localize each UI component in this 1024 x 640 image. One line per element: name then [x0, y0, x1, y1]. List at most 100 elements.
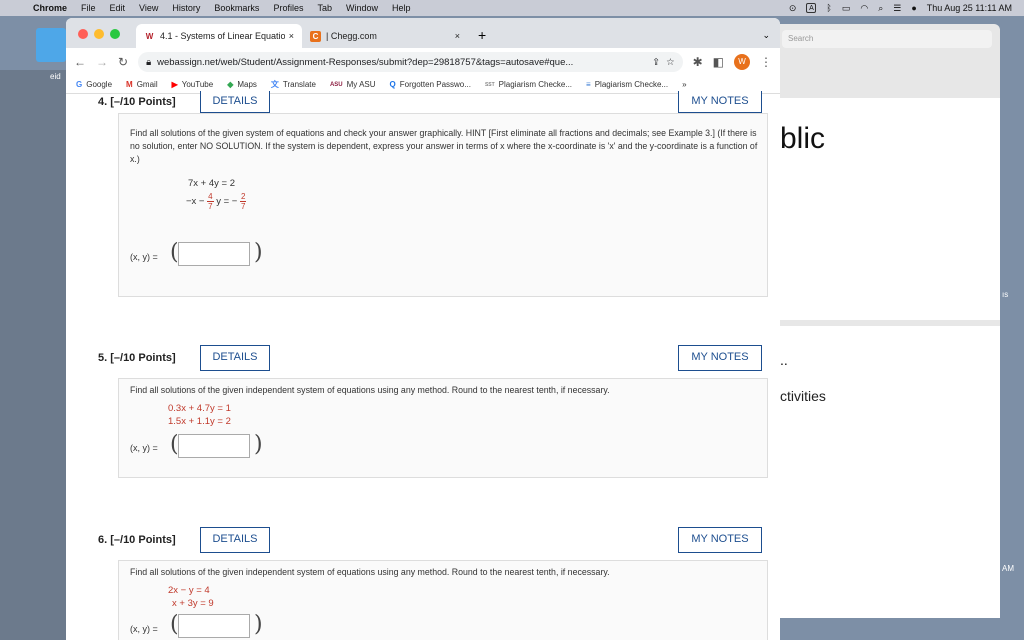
question-4-answer-input[interactable]: [178, 242, 250, 266]
fraction-denominator: 7: [241, 202, 246, 211]
question-5-number: 5. [–/10 Points]: [98, 352, 176, 364]
background-text-dots: ..: [780, 352, 788, 368]
fraction-numerator: 4: [207, 192, 214, 202]
tab-title: | Chegg.com: [326, 31, 377, 41]
maps-pin-icon: ◆: [227, 80, 234, 89]
question-4-equation-1: 7x + 4y = 2: [188, 178, 236, 189]
menu-bookmarks[interactable]: Bookmarks: [207, 3, 266, 13]
share-icon[interactable]: ⇪: [652, 57, 660, 68]
bookmark-label: Plagiarism Checke...: [594, 80, 669, 89]
minimize-window-button[interactable]: [94, 29, 104, 39]
battery-icon[interactable]: ▭: [842, 3, 851, 14]
bookmarks-overflow-button[interactable]: »: [682, 80, 686, 89]
close-tab-icon[interactable]: ×: [455, 31, 460, 41]
question-5-header: 5. [–/10 Points]: [98, 352, 176, 364]
bookmark-plagiarism-checker-2[interactable]: ≡ Plagiarism Checke...: [586, 80, 668, 89]
bookmark-youtube[interactable]: ▶ YouTube: [172, 80, 214, 89]
fraction-2-7: 27: [240, 192, 247, 211]
reload-icon[interactable]: ↻: [118, 55, 128, 69]
input-source-icon[interactable]: A: [806, 3, 817, 13]
address-bar[interactable]: 🔒︎ webassign.net/web/Student/Assignment-…: [138, 52, 683, 72]
siri-icon[interactable]: ●: [911, 3, 916, 13]
menu-history[interactable]: History: [165, 3, 207, 13]
tab-strip: W 4.1 - Systems of Linear Equatio × C | …: [66, 18, 780, 48]
background-text-activities: ctivities: [780, 388, 826, 404]
menubar-datetime[interactable]: Thu Aug 25 11:11 AM: [927, 3, 1012, 13]
close-paren: ): [254, 612, 263, 637]
close-tab-icon[interactable]: ×: [289, 31, 294, 41]
bluetooth-icon[interactable]: ᛒ: [826, 3, 831, 13]
question-4-prompt: Find all solutions of the given system o…: [130, 128, 758, 164]
spotlight-icon[interactable]: ⌕: [878, 3, 883, 14]
menu-profiles[interactable]: Profiles: [266, 3, 310, 13]
record-icon[interactable]: ⊙: [789, 3, 797, 14]
bookmark-label: Google: [86, 80, 113, 89]
question-5-my-notes-button[interactable]: MY NOTES: [678, 345, 762, 371]
tab-search-chevron-icon[interactable]: ⌄: [762, 30, 770, 41]
question-5-answer-label: (x, y) =: [130, 443, 158, 453]
chrome-window: W 4.1 - Systems of Linear Equatio × C | …: [66, 18, 780, 640]
bookmark-gmail[interactable]: M Gmail: [126, 80, 158, 89]
kebab-menu-icon[interactable]: ⋮: [760, 55, 772, 69]
sst-icon: SST: [484, 81, 495, 88]
back-arrow-icon[interactable]: ←: [74, 55, 86, 69]
menu-help[interactable]: Help: [385, 3, 418, 13]
tab-chegg[interactable]: C | Chegg.com ×: [302, 24, 468, 48]
browser-toolbar: ← → ↻ 🔒︎ webassign.net/web/Student/Assig…: [66, 48, 780, 76]
question-5-answer-input[interactable]: [178, 434, 250, 458]
question-5-details-button[interactable]: DETAILS: [200, 345, 270, 371]
menu-window[interactable]: Window: [339, 3, 385, 13]
search-q-icon: Q: [389, 80, 396, 89]
profile-avatar[interactable]: W: [734, 54, 750, 70]
desktop-dark-area: [0, 70, 66, 640]
url-text[interactable]: webassign.net/web/Student/Assignment-Res…: [157, 57, 646, 68]
question-6-answer-label: (x, y) =: [130, 624, 158, 634]
zoom-window-button[interactable]: [110, 29, 120, 39]
menu-file[interactable]: File: [74, 3, 103, 13]
menu-edit[interactable]: Edit: [103, 3, 133, 13]
youtube-icon: ▶: [171, 80, 178, 89]
menu-view[interactable]: View: [132, 3, 165, 13]
menubar-status-area: ⊙ A ᛒ ▭ ◠ ⌕ ☰ ● Thu Aug 25 11:11 AM: [789, 3, 1024, 14]
bookmark-label: Gmail: [136, 80, 158, 89]
question-6-details-button[interactable]: DETAILS: [200, 527, 270, 553]
bookmark-google[interactable]: G Google: [76, 80, 112, 89]
control-center-icon[interactable]: ☰: [893, 3, 901, 14]
bookmark-star-icon[interactable]: ☆: [666, 57, 675, 68]
bookmark-my-asu[interactable]: ASU My ASU: [330, 80, 376, 89]
bookmark-forgotten-password[interactable]: Q Forgotten Passwo...: [390, 80, 471, 89]
bookmark-maps[interactable]: ◆ Maps: [227, 80, 257, 89]
background-search-field[interactable]: Search: [782, 30, 992, 48]
question-6-prompt: Find all solutions of the given independ…: [130, 567, 610, 577]
bookmarks-bar: G Google M Gmail ▶ YouTube ◆ Maps 文 Translate…: [66, 76, 780, 94]
menu-tab[interactable]: Tab: [310, 3, 339, 13]
wifi-icon[interactable]: ◠: [860, 3, 868, 14]
forward-arrow-icon[interactable]: →: [96, 55, 108, 69]
chegg-icon: C: [310, 30, 321, 42]
question-4-header: 4. [–/10 Points]: [98, 96, 176, 108]
question-5-equation-2: 1.5x + 1.1y = 2: [168, 416, 231, 427]
question-4-details-button[interactable]: DETAILS: [200, 91, 270, 113]
bookmark-plagiarism-checker-1[interactable]: SST Plagiarism Checke...: [485, 80, 572, 89]
equation-part: −x −: [186, 196, 205, 208]
tab-webassign[interactable]: W 4.1 - Systems of Linear Equatio ×: [136, 24, 302, 48]
extensions-puzzle-icon[interactable]: ✱: [693, 55, 703, 69]
new-tab-button[interactable]: +: [478, 27, 486, 43]
close-paren: ): [254, 240, 263, 265]
asu-icon: ASU: [329, 81, 343, 88]
desktop-label: eid: [50, 72, 61, 81]
question-6-answer-input[interactable]: [178, 614, 250, 638]
question-6-header: 6. [–/10 Points]: [98, 534, 176, 546]
background-text-blic: blic: [780, 122, 826, 155]
background-panel-bottom: [780, 326, 1000, 618]
webassign-icon: W: [145, 31, 154, 41]
question-4-my-notes-button[interactable]: MY NOTES: [678, 91, 762, 113]
bookmark-translate[interactable]: 文 Translate: [271, 79, 316, 90]
sidebar-icon[interactable]: ◧: [713, 55, 724, 69]
question-5-equation-1: 0.3x + 4.7y = 1: [168, 403, 231, 414]
bookmark-label: YouTube: [181, 80, 214, 89]
question-6-my-notes-button[interactable]: MY NOTES: [678, 527, 762, 553]
menu-app-chrome[interactable]: Chrome: [26, 3, 74, 13]
folder-icon[interactable]: [36, 28, 66, 62]
close-window-button[interactable]: [78, 29, 88, 39]
